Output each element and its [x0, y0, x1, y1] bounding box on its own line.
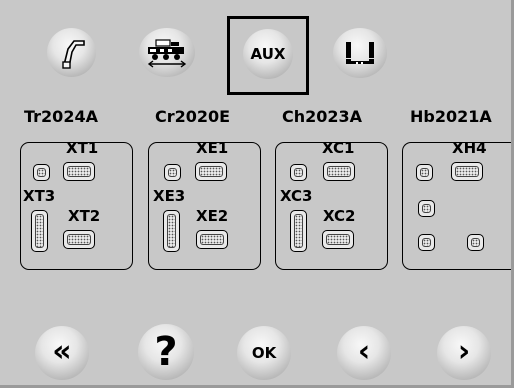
- connector-wide: [451, 162, 483, 181]
- connector-wide: [63, 230, 95, 249]
- chevron-right-icon: ›: [457, 333, 471, 369]
- connector-label: XC2: [323, 207, 356, 225]
- crane-arm-icon: [61, 39, 85, 69]
- back-double-icon: «: [52, 333, 72, 369]
- connector-small: [467, 234, 484, 251]
- connector-label: XE3: [153, 187, 186, 205]
- connector-small: [33, 164, 50, 181]
- connector-wide: [195, 162, 227, 181]
- connector-tall: [163, 210, 180, 252]
- group-title-cr2020e: Cr2020E: [155, 107, 231, 126]
- help-button[interactable]: ?: [138, 324, 194, 380]
- warning-bracket-icon: [346, 42, 374, 64]
- connector-label: XT3: [23, 187, 56, 205]
- truck-mixer-icon: [147, 38, 187, 68]
- truck-mixer-button[interactable]: [139, 28, 195, 77]
- connector-label: XH4: [452, 139, 487, 157]
- connector-label: XT1: [66, 139, 99, 157]
- connector-label: XT2: [68, 207, 101, 225]
- next-button[interactable]: ›: [437, 326, 491, 380]
- back-double-button[interactable]: «: [35, 326, 89, 380]
- connector-small: [164, 164, 181, 181]
- connector-label: XE1: [196, 139, 229, 157]
- ok-button-label: OK: [251, 344, 277, 362]
- connector-wide: [196, 230, 228, 249]
- connector-label: XC3: [280, 187, 313, 205]
- aux-connector-screen: AUX Tr2024A XT1 XT3 XT2 Cr2020E XE1 XE3 …: [0, 0, 514, 388]
- connector-small: [418, 234, 435, 251]
- connector-wide: [322, 230, 354, 249]
- connector-label: XE2: [196, 207, 229, 225]
- connector-tall: [31, 210, 48, 252]
- warning-alert-button[interactable]: [333, 28, 387, 78]
- chevron-left-icon: ‹: [357, 333, 371, 369]
- aux-button-label: AUX: [250, 45, 286, 63]
- group-title-tr2024a: Tr2024A: [24, 107, 98, 126]
- connector-group-ch2023a: XC1 XC3 XC2: [275, 139, 388, 270]
- connector-label: XC1: [322, 139, 355, 157]
- connector-wide: [63, 162, 95, 181]
- connector-wide: [323, 162, 355, 181]
- aux-button[interactable]: AUX: [243, 29, 293, 79]
- ok-button[interactable]: OK: [237, 326, 291, 380]
- connector-group-cr2020e: XE1 XE3 XE2: [148, 139, 261, 270]
- prev-button[interactable]: ‹: [337, 326, 391, 380]
- crane-arm-button[interactable]: [47, 28, 96, 77]
- connector-small: [416, 164, 433, 181]
- connector-tall: [290, 210, 307, 252]
- connector-small: [418, 200, 435, 217]
- connector-small: [290, 164, 307, 181]
- connector-group-tr2024a: XT1 XT3 XT2: [20, 139, 133, 270]
- group-title-hb2021a: Hb2021A: [410, 107, 492, 126]
- connector-group-hb2021a: XH4: [402, 139, 512, 270]
- group-title-ch2023a: Ch2023A: [282, 107, 363, 126]
- help-icon: ?: [154, 329, 178, 375]
